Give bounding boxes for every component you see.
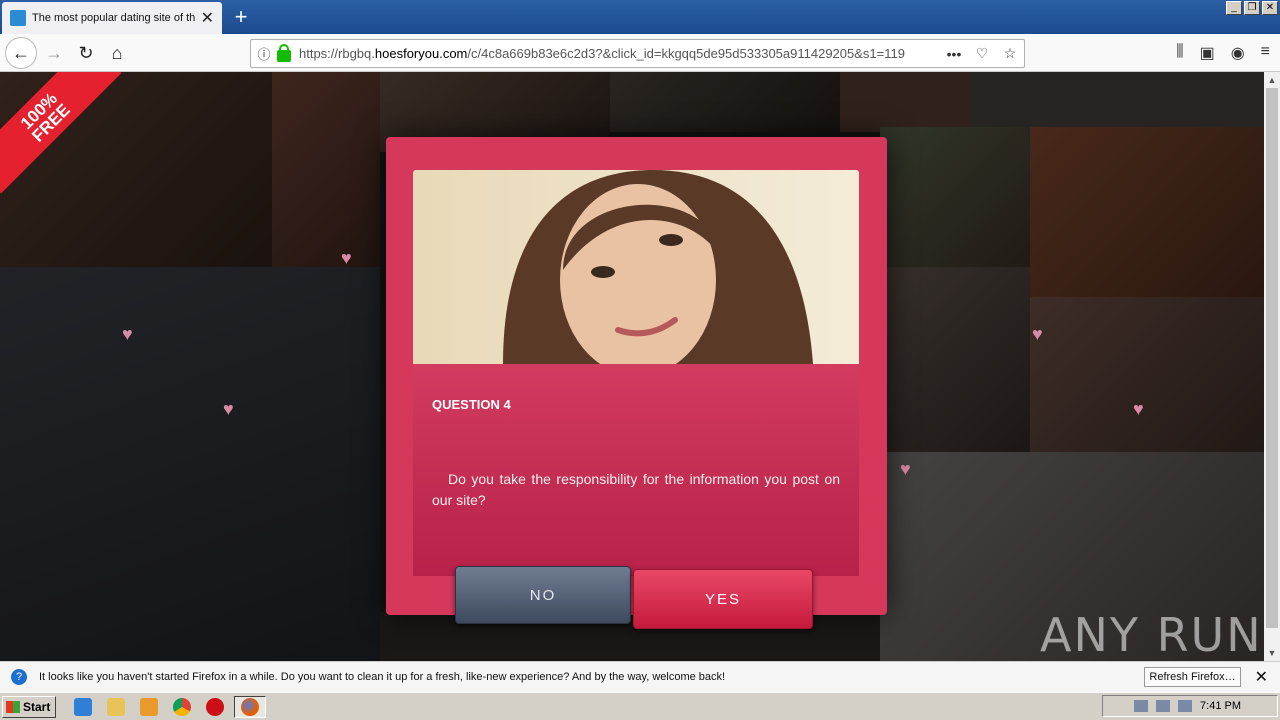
window-controls: _ ❐ ✕	[1226, 1, 1278, 15]
system-tray: 7:41 PM	[1102, 695, 1278, 717]
minimize-button[interactable]: _	[1226, 1, 1242, 15]
heart-icon: ♥	[1032, 324, 1043, 344]
question-icon: ?	[11, 669, 27, 685]
page-actions-icon[interactable]: •••	[940, 46, 968, 62]
scroll-down-icon[interactable]: ▼	[1264, 645, 1280, 661]
refresh-firefox-button[interactable]: Refresh Firefox…	[1144, 667, 1241, 687]
title-bar: The most popular dating site of th ✕ + _…	[0, 0, 1280, 34]
taskbar: Start 7:41 PM	[0, 692, 1280, 720]
url-text[interactable]: https://rbgbq.hoesforyou.com/c/4c8a669b8…	[299, 46, 940, 61]
yes-button[interactable]: YES	[633, 569, 813, 629]
forward-button[interactable]: →	[40, 39, 68, 67]
lock-icon[interactable]	[277, 43, 291, 62]
info-icon[interactable]: ⓘ	[251, 44, 277, 63]
network-icon[interactable]	[1134, 700, 1149, 712]
toolbar-right: ⫼ ▣ ◉ ≡	[1176, 43, 1270, 63]
new-tab-button[interactable]: +	[228, 4, 254, 30]
flag-icon[interactable]	[1178, 700, 1193, 712]
tab-active[interactable]: The most popular dating site of th ✕	[2, 2, 222, 34]
start-label: Start	[23, 699, 51, 714]
profile-photo-image	[413, 170, 859, 364]
firefox-icon	[241, 697, 259, 716]
vertical-scrollbar[interactable]: ▲ ▼	[1264, 72, 1280, 661]
url-bar[interactable]: ⓘ https://rbgbq.hoesforyou.com/c/4c8a669…	[250, 39, 1025, 68]
heart-icon: ♥	[1133, 399, 1144, 419]
navigation-toolbar: ← → ↻ ⌂ ⓘ https://rbgbq.hoesforyou.com/c…	[0, 34, 1280, 72]
anyrun-watermark: ANY RUN	[1040, 608, 1263, 662]
chrome-icon[interactable]	[173, 697, 191, 716]
folder-icon[interactable]	[107, 697, 125, 716]
site-favicon-icon	[10, 10, 26, 26]
volume-icon[interactable]	[1156, 700, 1171, 712]
heart-icon: ♥	[900, 459, 911, 479]
notification-bar: ? It looks like you haven't started Fire…	[0, 661, 1280, 692]
close-window-button[interactable]: ✕	[1262, 1, 1278, 15]
reload-icon: ↻	[78, 42, 94, 63]
windows-logo-icon	[6, 700, 20, 713]
forward-arrow-icon: →	[45, 42, 63, 63]
home-icon: ⌂	[111, 42, 123, 63]
back-button[interactable]: ←	[5, 37, 37, 69]
start-button[interactable]: Start	[2, 695, 56, 718]
ie-icon[interactable]	[74, 697, 92, 716]
scroll-up-icon[interactable]: ▲	[1264, 72, 1280, 88]
account-icon[interactable]: ◉	[1231, 43, 1245, 63]
media-player-icon[interactable]	[140, 697, 158, 716]
heart-icon: ♥	[122, 324, 133, 344]
question-number: QUESTION 4	[432, 397, 511, 412]
back-arrow-icon: ←	[12, 42, 30, 63]
library-icon[interactable]: ⫼	[1176, 43, 1183, 63]
question-modal: QUESTION 4 Do you take the responsibilit…	[386, 137, 887, 615]
clock: 7:41 PM	[1200, 700, 1241, 712]
tab-title: The most popular dating site of th	[32, 12, 195, 24]
pocket-icon[interactable]: ♡	[968, 45, 996, 62]
notification-message: It looks like you haven't started Firefo…	[39, 671, 726, 683]
close-icon[interactable]: ✕	[1255, 667, 1268, 687]
profile-photo	[413, 170, 859, 364]
firefox-taskbar-button[interactable]	[234, 695, 266, 718]
no-button[interactable]: NO	[455, 566, 631, 624]
opera-icon[interactable]	[206, 697, 224, 716]
home-button[interactable]: ⌂	[103, 39, 131, 67]
scrollbar-thumb[interactable]	[1266, 88, 1278, 628]
sidebar-icon[interactable]: ▣	[1200, 43, 1215, 63]
heart-icon: ♥	[223, 399, 234, 419]
restore-button[interactable]: ❐	[1244, 1, 1260, 15]
tab-close-icon[interactable]: ✕	[201, 8, 214, 28]
question-panel: QUESTION 4 Do you take the responsibilit…	[413, 364, 859, 576]
bookmark-star-icon[interactable]: ☆	[996, 45, 1024, 62]
heart-icon: ♥	[341, 248, 352, 268]
reload-button[interactable]: ↻	[72, 39, 100, 67]
menu-icon[interactable]: ≡	[1261, 43, 1270, 63]
question-text: Do you take the responsibility for the i…	[432, 471, 840, 508]
